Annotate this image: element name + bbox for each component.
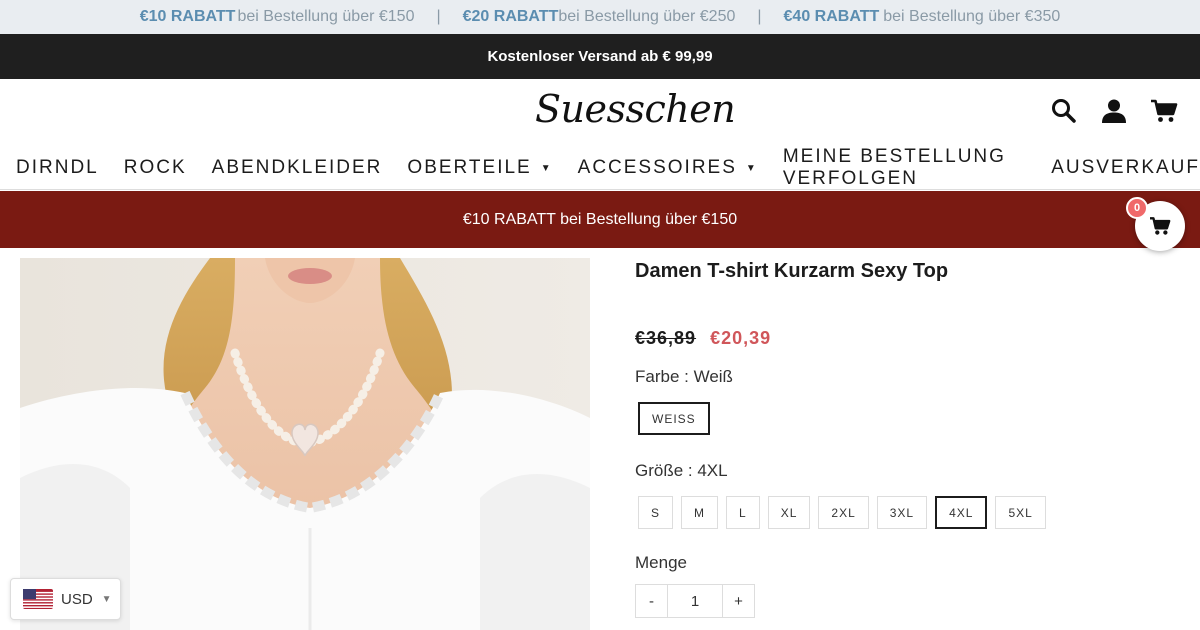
search-icon[interactable] — [1050, 97, 1078, 125]
color-option-weiss[interactable]: WEISS — [638, 402, 710, 435]
chevron-down-icon: ▼ — [540, 162, 553, 174]
product-details: Damen T-shirt Kurzarm Sexy Top €36,89 €2… — [635, 258, 1175, 618]
chevron-down-icon: ▼ — [745, 162, 758, 174]
promo-text-2: bei Bestellung über €250 — [558, 8, 736, 25]
nav-item-accessoires[interactable]: ACCESSOIRES ▼ — [578, 157, 758, 179]
quantity-stepper: - 1 + — [635, 584, 1175, 618]
promo-text-1: bei Bestellung über €150 — [237, 8, 415, 25]
quantity-input[interactable]: 1 — [668, 584, 722, 618]
nav-label: ABENDKLEIDER — [211, 157, 383, 178]
cart-icon — [1150, 217, 1171, 235]
sale-banner-text: €10 RABATT bei Bestellung über €150 — [462, 210, 738, 228]
cart-icon[interactable] — [1150, 97, 1178, 125]
nav-item-oberteile[interactable]: OBERTEILE ▼ — [407, 157, 552, 179]
size-option-4xl[interactable]: 4XL — [935, 496, 988, 529]
site-logo[interactable]: Suesschen — [535, 87, 736, 131]
nav-item-dirndl[interactable]: DIRNDL — [16, 157, 99, 179]
shipping-bar: Kostenloser Versand ab € 99,99 — [0, 34, 1200, 79]
sale-banner: €10 RABATT bei Bestellung über €150 — [0, 191, 1200, 248]
chevron-down-icon: ▼ — [101, 593, 112, 605]
size-option-xl[interactable]: XL — [767, 496, 811, 529]
product-image[interactable] — [20, 258, 590, 630]
promo-amount-1: €10 RABATT — [139, 8, 236, 25]
promo-bar: €10 RABATT bei Bestellung über €150 | €2… — [0, 0, 1200, 34]
quantity-decrease-button[interactable]: - — [635, 584, 668, 618]
color-label: Farbe : Weiß — [635, 367, 733, 386]
size-option-2xl[interactable]: 2XL — [818, 496, 869, 529]
promo-separator: | — [436, 8, 441, 25]
price-row: €36,89 €20,39 — [635, 328, 1175, 349]
size-label: Größe : 4XL — [635, 461, 728, 480]
size-option-m[interactable]: M — [681, 496, 719, 529]
nav-label: OBERTEILE — [407, 157, 532, 178]
promo-separator: | — [757, 8, 762, 25]
promo-amount-2: €20 RABATT — [462, 8, 559, 25]
nav-item-abendkleider[interactable]: ABENDKLEIDER — [212, 157, 383, 179]
nav-label: ROCK — [123, 157, 187, 178]
size-option-3xl[interactable]: 3XL — [876, 496, 928, 529]
price-original: €36,89 — [635, 328, 697, 348]
currency-selector[interactable]: USD ▼ — [10, 578, 121, 620]
cart-count-badge: 0 — [1126, 197, 1148, 219]
size-option-l[interactable]: L — [726, 496, 760, 529]
quantity-label: Menge — [635, 553, 687, 572]
nav-label: AUSVERKAUF — [1051, 157, 1200, 178]
currency-code: USD — [61, 590, 93, 608]
nav-label: ACCESSOIRES — [577, 157, 737, 178]
size-option-5xl[interactable]: 5XL — [995, 496, 1046, 529]
site-header: Suesschen — [0, 79, 1200, 147]
size-option-s[interactable]: S — [638, 496, 674, 529]
header-icons — [1050, 97, 1178, 125]
shipping-text: Kostenloser Versand ab € 99,99 — [487, 48, 713, 65]
size-options: S M L XL 2XL 3XL 4XL 5XL — [635, 496, 1175, 529]
main-nav: DIRNDL ROCK ABENDKLEIDER OBERTEILE ▼ ACCE… — [0, 146, 1200, 190]
nav-label: MEINE BESTELLUNG VERFOLGEN — [782, 146, 1006, 189]
nav-item-rock[interactable]: ROCK — [124, 157, 187, 179]
price-sale: €20,39 — [710, 328, 772, 348]
nav-item-ausverkauf[interactable]: AUSVERKAUF — [1051, 157, 1200, 179]
nav-label: DIRNDL — [16, 157, 99, 178]
account-icon[interactable] — [1100, 97, 1128, 125]
color-options: WEISS — [635, 402, 1175, 435]
us-flag-icon — [23, 589, 53, 609]
promo-text-3: bei Bestellung über €350 — [883, 8, 1061, 25]
quantity-increase-button[interactable]: + — [722, 584, 755, 618]
nav-item-bestellung[interactable]: MEINE BESTELLUNG VERFOLGEN — [783, 146, 1026, 190]
product-title: Damen T-shirt Kurzarm Sexy Top — [635, 260, 949, 282]
promo-amount-3: €40 RABATT — [783, 8, 880, 25]
